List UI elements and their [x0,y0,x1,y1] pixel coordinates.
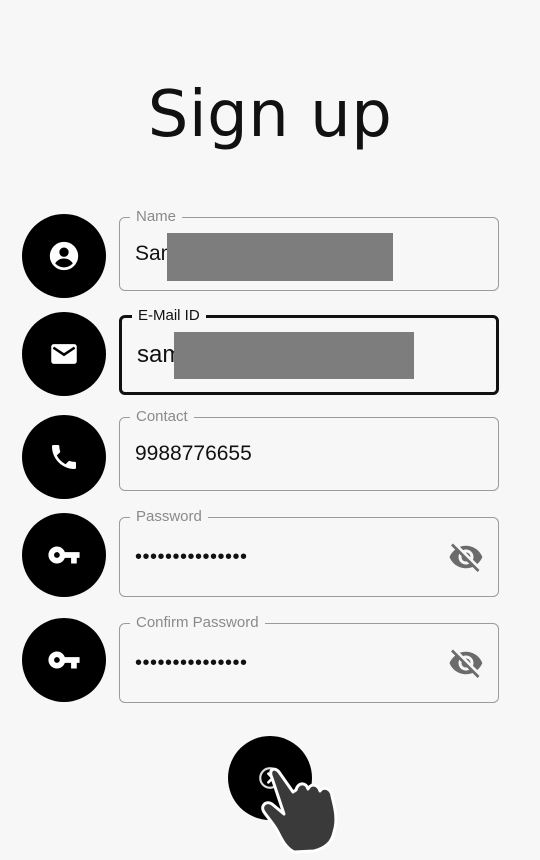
contact-field[interactable]: Contact 9988776655 [119,408,499,491]
confirm-password-row: Confirm Password ••••••••••••••• [0,614,540,707]
key-icon [22,618,106,702]
contact-value: 9988776655 [135,442,252,465]
name-field[interactable]: Name Sam [119,208,499,291]
mail-icon [22,312,106,396]
password-row: Password ••••••••••••••• [0,508,540,602]
key-icon [22,513,106,597]
confirm-password-value: ••••••••••••••• [135,651,248,674]
contact-row: Contact 9988776655 [0,408,540,502]
email-row: E-Mail ID sam [0,307,540,400]
phone-icon [22,415,106,499]
email-field[interactable]: E-Mail ID sam [119,307,499,395]
redaction-bar [174,332,414,379]
page-title: Sign up [147,78,393,152]
visibility-off-icon[interactable] [448,539,484,575]
confirm-password-field[interactable]: Confirm Password ••••••••••••••• [119,614,499,703]
pointer-hand-icon [261,767,338,854]
account-circle-icon [22,214,106,298]
name-row: Name Sam [0,208,540,302]
visibility-off-icon[interactable] [448,645,484,681]
password-field[interactable]: Password ••••••••••••••• [119,508,499,597]
password-value: ••••••••••••••• [135,545,248,568]
redaction-bar [167,233,393,281]
